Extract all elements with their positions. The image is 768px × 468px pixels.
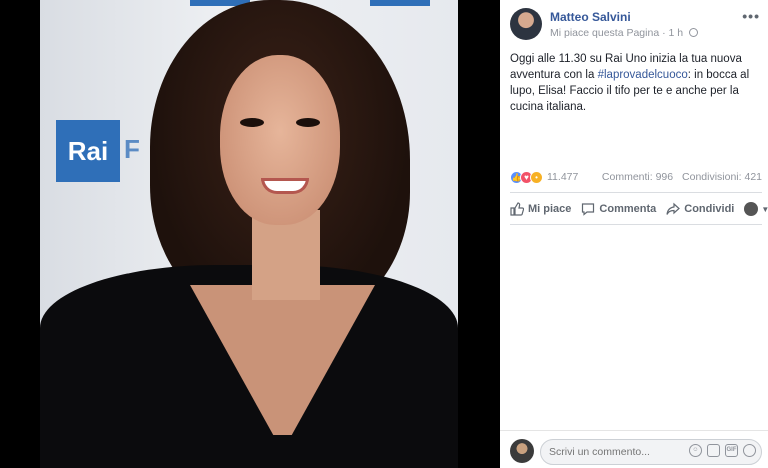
more-options-icon[interactable]: •••	[742, 8, 760, 24]
chevron-down-icon: ▼	[761, 204, 768, 214]
post-panel: Matteo Salvini Mi piace questa Pagina · …	[500, 0, 768, 468]
like-label: Mi piace	[528, 203, 572, 215]
comment-bar: ☺ GIF	[500, 430, 768, 468]
share-button[interactable]: Condividi	[666, 202, 734, 216]
right-eye	[296, 118, 320, 127]
comment-tools: ☺ GIF	[689, 444, 756, 457]
hashtag-link[interactable]: #laprovadelcuoco	[598, 69, 688, 81]
comment-icon	[582, 203, 595, 216]
meta-separator: ·	[662, 27, 666, 39]
post-actions: Mi piace Commenta Condividi ▼	[510, 196, 768, 222]
like-button[interactable]: Mi piace	[510, 202, 571, 216]
globe-icon	[689, 28, 699, 37]
sticker-icon[interactable]	[743, 444, 756, 457]
author-name[interactable]: Matteo Salvini	[550, 10, 631, 24]
photo-viewer: Rai F	[0, 0, 500, 468]
camera-icon[interactable]	[707, 444, 720, 457]
comment-label: Commenta	[599, 203, 657, 215]
mini-avatar	[744, 202, 759, 216]
wow-reaction-icon[interactable]: •	[530, 171, 543, 184]
gif-icon[interactable]: GIF	[725, 444, 738, 457]
reactions-bar: 👍 ♥ • 11.477 Commenti: 996 Condivisioni:…	[510, 170, 762, 186]
post-time[interactable]: 1 h	[669, 27, 684, 39]
post-meta: Mi piace questa Pagina · 1 h	[550, 27, 699, 39]
divider	[510, 192, 762, 193]
backdrop-logo-strip	[370, 0, 430, 6]
woman-face	[220, 55, 340, 225]
divider	[510, 224, 762, 225]
emoji-icon[interactable]: ☺	[689, 444, 702, 457]
shares-count[interactable]: Condivisioni: 421	[682, 171, 762, 183]
comment-button[interactable]: Commenta	[581, 202, 656, 216]
share-icon	[666, 202, 681, 215]
post-photo[interactable]: Rai F	[40, 0, 458, 468]
thumbs-up-icon	[510, 202, 524, 216]
rai-logo-suffix: F	[124, 134, 140, 164]
author-avatar[interactable]	[510, 8, 542, 40]
page-like-link[interactable]: Mi piace questa Pagina	[550, 27, 659, 39]
left-eye	[240, 118, 264, 127]
user-avatar	[510, 439, 534, 463]
post-text: Oggi alle 11.30 su Rai Uno inizia la tua…	[510, 51, 762, 115]
rai-logo: Rai	[56, 120, 120, 182]
comments-count[interactable]: Commenti: 996	[602, 171, 673, 183]
post-header: Matteo Salvini Mi piace questa Pagina · …	[510, 8, 760, 42]
reaction-count[interactable]: 11.477	[547, 171, 578, 183]
post-as-selector[interactable]: ▼	[744, 202, 768, 216]
share-label: Condividi	[684, 203, 735, 215]
